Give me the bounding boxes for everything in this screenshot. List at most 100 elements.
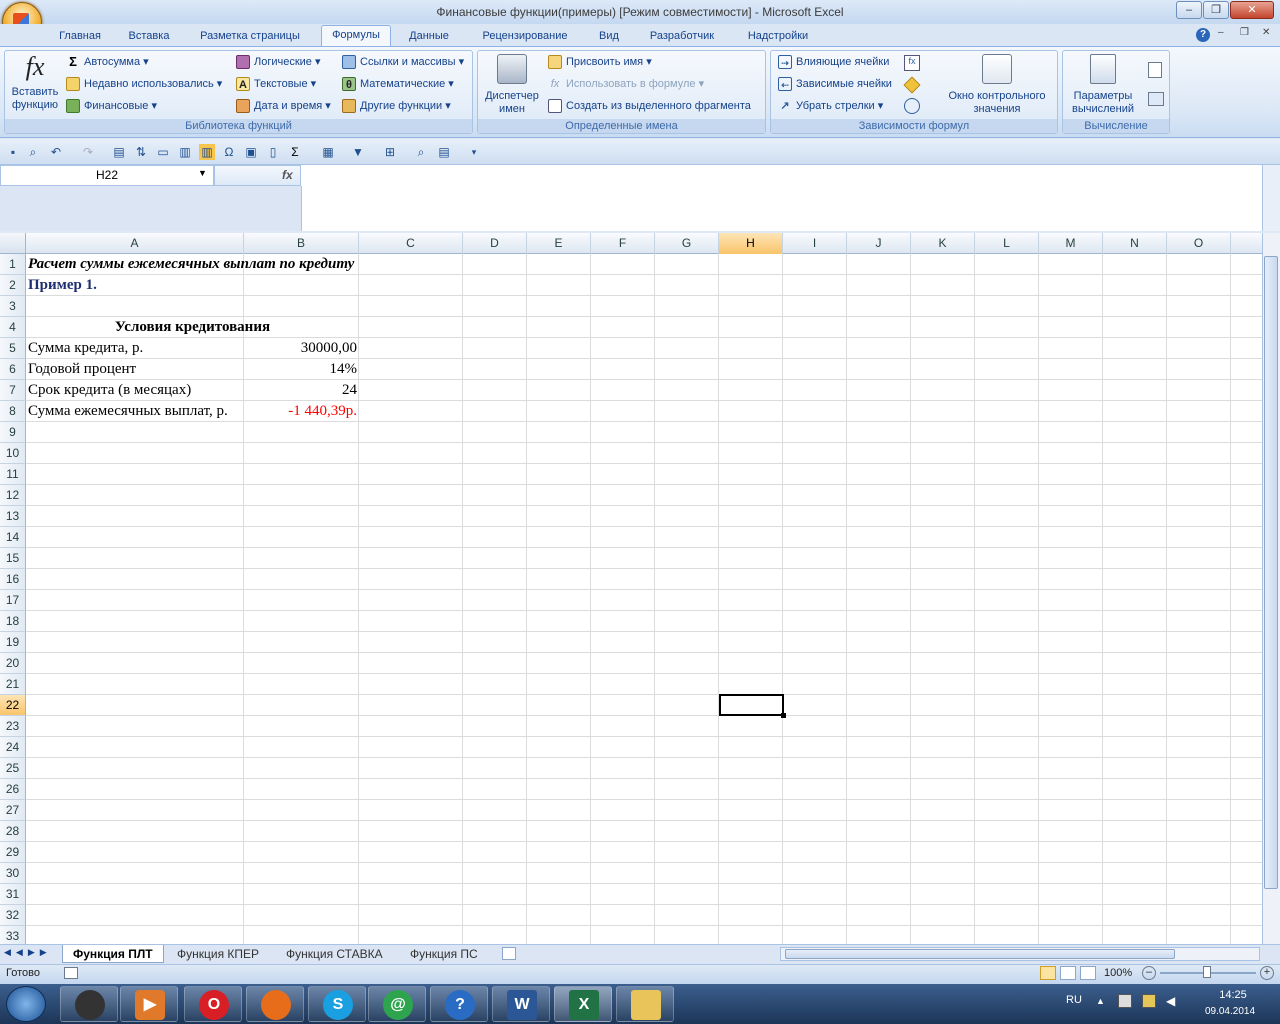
row-header-7[interactable]: 7: [0, 380, 26, 401]
taskbar-skype[interactable]: S: [308, 986, 366, 1022]
tab-view[interactable]: Вид: [588, 27, 630, 45]
column-header-a[interactable]: A: [26, 233, 244, 254]
calc-sheet-icon[interactable]: [1148, 92, 1164, 106]
cell-a2[interactable]: Пример 1.: [28, 275, 242, 296]
sum-icon[interactable]: Σ: [287, 144, 303, 160]
column-header-c[interactable]: C: [359, 233, 463, 254]
tray-arrow-icon[interactable]: ▲: [1096, 996, 1105, 1006]
horizontal-scroll-thumb[interactable]: [785, 949, 1175, 959]
use-in-formula-button[interactable]: fx Использовать в формуле ▾: [546, 74, 704, 94]
lookup-button[interactable]: Ссылки и массивы ▾: [340, 52, 464, 72]
borders-icon[interactable]: ▦: [320, 144, 336, 160]
define-name-button[interactable]: Присвоить имя ▾: [546, 52, 652, 72]
row-header-6[interactable]: 6: [0, 359, 26, 380]
ribbon-close-icon[interactable]: ✕: [1262, 27, 1270, 38]
taskbar-firefox[interactable]: [246, 986, 304, 1022]
minimize-button[interactable]: ‒: [1176, 1, 1202, 19]
trace-precedents-button[interactable]: ⇢ Влияющие ячейки: [776, 52, 889, 72]
picture-icon[interactable]: ▣: [243, 144, 259, 160]
insert-function-button[interactable]: fx Вставить функцию: [8, 52, 62, 116]
column-header-b[interactable]: B: [244, 233, 359, 254]
evaluate-formula-icon[interactable]: [904, 98, 920, 114]
row-header-23[interactable]: 23: [0, 716, 26, 737]
row-header-3[interactable]: 3: [0, 296, 26, 317]
row-header-2[interactable]: 2: [0, 275, 26, 296]
calc-now-icon[interactable]: [1148, 62, 1162, 78]
cell-a6[interactable]: Годовой процент: [28, 359, 242, 380]
close-button[interactable]: ✕: [1230, 1, 1274, 19]
column-header-d[interactable]: D: [463, 233, 527, 254]
row-header-16[interactable]: 16: [0, 569, 26, 590]
network-icon[interactable]: [1118, 994, 1132, 1008]
cell-a5[interactable]: Сумма кредита, р.: [28, 338, 242, 359]
column-header-k[interactable]: K: [911, 233, 975, 254]
redo-icon[interactable]: ↷: [80, 144, 96, 160]
fill-handle[interactable]: [781, 713, 786, 718]
bar-chart-icon[interactable]: ▥: [199, 144, 215, 160]
column-header-e[interactable]: E: [527, 233, 591, 254]
sheet-tab-kper[interactable]: Функция КПЕР: [167, 945, 269, 963]
macro-record-icon[interactable]: [64, 967, 78, 979]
datetime-button[interactable]: Дата и время ▾: [234, 96, 331, 116]
tab-insert[interactable]: Вставка: [118, 27, 180, 45]
logical-button[interactable]: Логические ▾: [234, 52, 321, 72]
row-header-21[interactable]: 21: [0, 674, 26, 695]
cell-b8[interactable]: -1 440,39р.: [246, 401, 357, 422]
table-icon[interactable]: ▤: [436, 144, 452, 160]
trace-dependents-button[interactable]: ⇠ Зависимые ячейки: [776, 74, 892, 94]
row-header-19[interactable]: 19: [0, 632, 26, 653]
autosum-button[interactable]: Σ Автосумма ▾: [64, 52, 149, 72]
name-box[interactable]: H22: [0, 165, 214, 186]
zoom-out-icon[interactable]: –: [1142, 966, 1156, 980]
restore-button[interactable]: ❐: [1203, 1, 1229, 19]
row-header-5[interactable]: 5: [0, 338, 26, 359]
row-header-29[interactable]: 29: [0, 842, 26, 863]
calc-options-button[interactable]: Параметры вычислений: [1064, 52, 1142, 116]
tab-home[interactable]: Главная: [50, 27, 110, 45]
open-icon[interactable]: ▭: [155, 144, 171, 160]
cell-a8[interactable]: Сумма ежемесячных выплат, р.: [28, 401, 242, 422]
column-header-n[interactable]: N: [1103, 233, 1167, 254]
new-sheet-icon[interactable]: [502, 947, 516, 960]
column-header-i[interactable]: I: [783, 233, 847, 254]
row-header-33[interactable]: 33: [0, 926, 26, 944]
column-header-l[interactable]: L: [975, 233, 1039, 254]
column-header-j[interactable]: J: [847, 233, 911, 254]
cell-a1[interactable]: Расчет суммы ежемесячных выплат по креди…: [28, 254, 424, 275]
column-header-g[interactable]: G: [655, 233, 719, 254]
select-all-button[interactable]: [0, 233, 26, 254]
page-layout-view-icon[interactable]: [1060, 966, 1076, 980]
taskbar-app-1[interactable]: [60, 986, 118, 1022]
print-preview-icon[interactable]: ⌕: [25, 144, 41, 160]
taskbar-help[interactable]: ?: [430, 986, 488, 1022]
row-header-26[interactable]: 26: [0, 779, 26, 800]
row-header-18[interactable]: 18: [0, 611, 26, 632]
row-header-1[interactable]: 1: [0, 254, 26, 275]
volume-icon[interactable]: ◀: [1166, 994, 1175, 1008]
row-header-15[interactable]: 15: [0, 548, 26, 569]
zoom-in-icon[interactable]: +: [1260, 966, 1274, 980]
row-header-4[interactable]: 4: [0, 317, 26, 338]
row-header-17[interactable]: 17: [0, 590, 26, 611]
financial-button[interactable]: Финансовые ▾: [64, 96, 157, 116]
help-icon[interactable]: ?: [1196, 28, 1210, 42]
zoom-icon[interactable]: ⌕: [413, 144, 429, 160]
row-header-27[interactable]: 27: [0, 800, 26, 821]
column-header-o[interactable]: O: [1167, 233, 1231, 254]
cell-b5[interactable]: 30000,00: [246, 338, 357, 359]
create-from-selection-button[interactable]: Создать из выделенного фрагмента: [546, 96, 751, 116]
row-header-22[interactable]: 22: [0, 695, 26, 716]
row-header-9[interactable]: 9: [0, 422, 26, 443]
clock-time[interactable]: 14:25: [1200, 989, 1266, 1001]
clock-date[interactable]: 09.04.2014: [1194, 1006, 1266, 1017]
taskbar-excel[interactable]: X: [554, 986, 612, 1022]
math-button[interactable]: θ Математические ▾: [340, 74, 454, 94]
fill-icon[interactable]: ▼: [350, 144, 366, 160]
remove-arrows-button[interactable]: ↗ Убрать стрелки ▾: [776, 96, 883, 116]
undo-icon[interactable]: ↶: [48, 144, 64, 160]
zoom-slider-thumb[interactable]: [1203, 966, 1211, 978]
row-header-8[interactable]: 8: [0, 401, 26, 422]
tab-page-layout[interactable]: Разметка страницы: [190, 27, 310, 45]
flag-icon[interactable]: [1142, 994, 1156, 1008]
row-header-24[interactable]: 24: [0, 737, 26, 758]
